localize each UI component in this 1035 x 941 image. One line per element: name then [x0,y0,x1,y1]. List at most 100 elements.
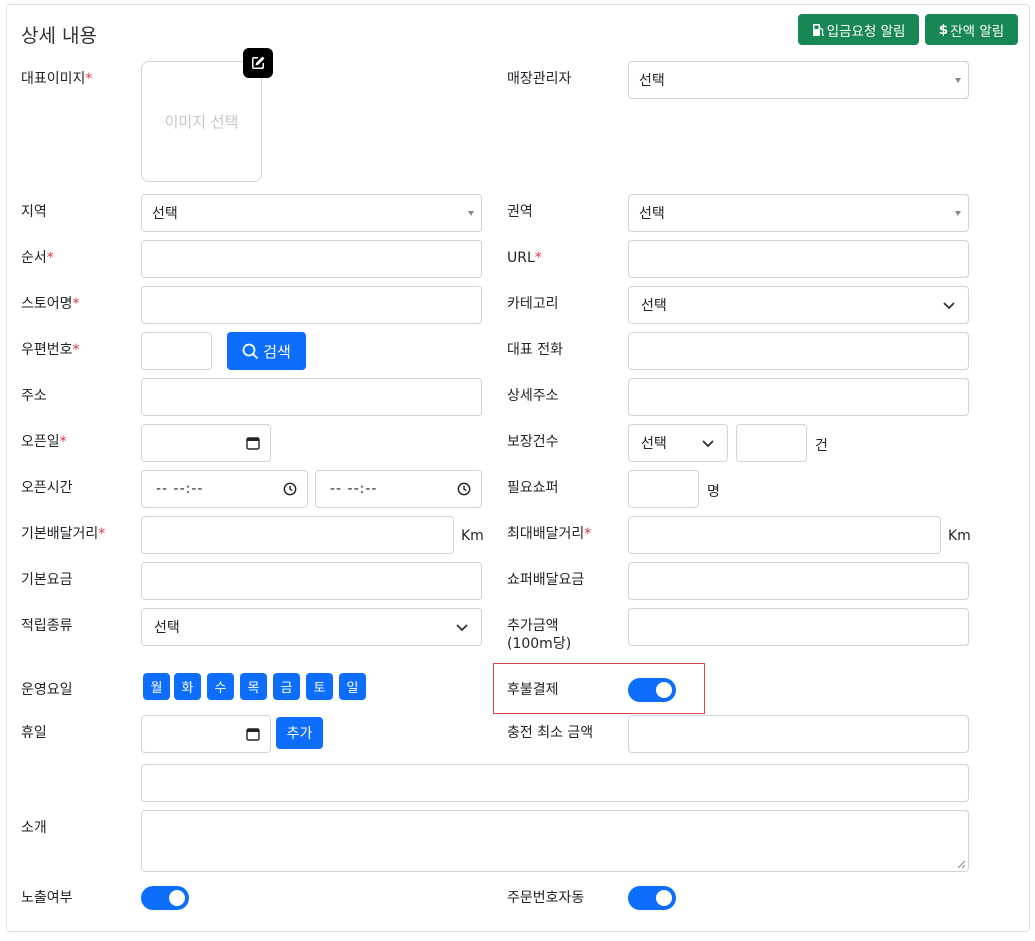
add-holiday-button[interactable]: 추가 [276,717,323,749]
edit-icon [252,56,265,69]
postpaid-toggle[interactable] [628,678,676,702]
base-distance-input[interactable] [141,516,454,554]
intro-label: 소개 [21,820,47,836]
caret-down-icon [468,211,474,216]
detail-address-input[interactable] [628,378,969,416]
main-phone-label: 대표 전화 [507,342,563,358]
caret-down-icon [955,211,961,216]
day-button-sun[interactable]: 일 [339,673,366,700]
point-type-select[interactable]: 선택 [141,608,482,646]
chevron-down-icon [702,440,714,448]
store-manager-label: 매장관리자 [507,71,572,87]
zone-value: 선택 [639,206,665,222]
required-shopper-input[interactable] [628,470,699,508]
holiday-label: 휴일 [21,725,47,741]
open-time-end-value: -- --:-- [330,481,378,497]
exposure-toggle[interactable] [141,886,189,910]
calendar-icon[interactable] [246,436,260,450]
min-charge-input[interactable] [628,715,969,753]
auto-order-number-toggle[interactable] [628,886,676,910]
page-title: 상세 내용 [21,25,97,47]
order-input[interactable] [141,240,482,278]
search-icon [242,343,259,359]
calendar-icon[interactable] [246,727,260,741]
open-time-label: 오픈시간 [21,480,73,496]
deposit-request-alert-label: 입금요청 알림 [826,23,906,40]
day-button-tue[interactable]: 화 [174,673,201,700]
category-select[interactable]: 선택 [628,286,969,324]
url-input[interactable] [628,240,969,278]
day-button-fri[interactable]: 금 [273,673,300,700]
day-button-wed[interactable]: 수 [207,673,234,700]
deposit-request-alert-button[interactable]: 입금요청 알림 [798,14,919,45]
extra-fee-input[interactable] [628,608,969,646]
balance-alert-label: 잔액 알림 [950,23,1005,40]
guarantee-count-select[interactable]: 선택 [628,424,728,462]
region-label: 지역 [21,204,47,220]
store-name-input[interactable] [141,286,482,324]
required-shopper-unit: 명 [707,484,720,500]
chevron-down-icon [943,302,955,310]
intro-textarea[interactable] [141,810,969,872]
main-image-label: 대표이미지* [21,71,93,87]
open-date-label: 오픈일* [21,434,67,450]
balance-alert-button[interactable]: $ 잔액 알림 [925,14,1018,45]
point-type-label: 적립종류 [21,618,73,634]
exposure-label: 노출여부 [21,890,73,906]
open-date-input[interactable] [141,424,271,462]
category-label: 카테고리 [507,296,559,312]
main-phone-input[interactable] [628,332,969,370]
open-time-start-input[interactable]: -- --:-- [141,470,308,508]
url-label: URL* [507,250,542,266]
gas-pump-icon [812,23,824,36]
day-button-sat[interactable]: 토 [306,673,333,700]
guarantee-count-input[interactable] [736,424,807,462]
open-time-start-value: -- --:-- [156,481,204,497]
store-manager-select[interactable]: 선택 [628,61,969,99]
open-time-end-input[interactable]: -- --:-- [315,470,482,508]
edit-image-button[interactable] [243,48,273,78]
postal-code-label: 우편번호* [21,342,80,358]
store-name-label: 스토어명* [21,296,80,312]
store-manager-value: 선택 [639,73,665,89]
operating-days-label: 운영요일 [21,682,73,698]
image-placeholder: 이미지 선택 [164,113,239,131]
address-input[interactable] [141,378,482,416]
max-distance-unit: Km [948,528,971,544]
detail-card: 상세 내용 입금요청 알림 $ 잔액 알림 대표이미지* 이미지 선택 매장관리… [6,4,1030,932]
order-label: 순서* [21,250,54,266]
base-fee-input[interactable] [141,562,482,600]
clock-icon[interactable] [283,482,297,496]
holiday-list-box[interactable] [141,764,969,802]
guarantee-count-label: 보장건수 [507,434,559,450]
zone-select[interactable]: 선택 [628,194,969,232]
resize-grip-icon[interactable] [957,860,966,869]
category-value: 선택 [641,298,667,314]
required-shopper-label: 필요쇼퍼 [507,480,559,496]
postal-code-input[interactable] [141,332,212,370]
day-button-mon[interactable]: 월 [143,673,170,700]
base-fee-label: 기본요금 [21,572,73,588]
point-type-value: 선택 [154,620,180,636]
chevron-down-icon [456,624,468,632]
address-search-button[interactable]: 검색 [227,332,306,370]
min-charge-label: 충전 최소 금액 [507,725,594,741]
shopper-fee-input[interactable] [628,562,969,600]
base-distance-unit: Km [461,528,484,544]
guarantee-count-unit: 건 [815,438,828,454]
postpaid-label: 후불결제 [507,682,559,698]
max-distance-label: 최대배달거리* [507,526,592,542]
search-button-label: 검색 [263,342,291,361]
guarantee-count-value: 선택 [641,436,667,452]
max-distance-input[interactable] [628,516,941,554]
dollar-icon: $ [938,21,949,38]
base-distance-label: 기본배달거리* [21,526,106,542]
image-select-box[interactable]: 이미지 선택 [141,61,262,182]
auto-order-number-label: 주문번호자동 [507,890,585,906]
day-button-thu[interactable]: 목 [240,673,267,700]
address-label: 주소 [21,388,47,404]
holiday-date-input[interactable] [141,715,271,753]
detail-address-label: 상세주소 [507,388,559,404]
region-select[interactable]: 선택 [141,194,482,232]
clock-icon[interactable] [457,482,471,496]
